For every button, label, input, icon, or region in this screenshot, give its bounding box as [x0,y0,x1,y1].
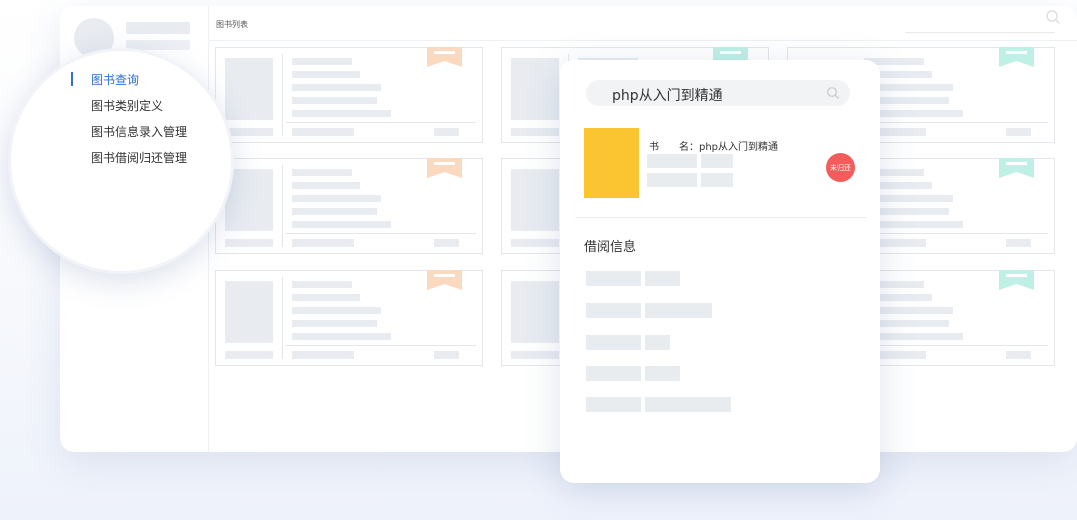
card-divider [282,277,283,359]
book-card[interactable] [215,158,483,254]
text-placeholder [292,281,352,288]
borrow-info-placeholder [645,271,680,286]
bookmark-ribbon-icon [999,47,1034,67]
bookmark-ribbon-icon [999,270,1034,290]
borrow-info-placeholder [586,366,641,381]
text-placeholder [511,351,559,359]
text-placeholder [292,208,377,215]
bookmark-ribbon-icon [427,158,462,178]
info-placeholder [701,154,733,168]
text-placeholder [292,169,352,176]
text-placeholder [434,239,459,247]
card-separator [286,345,476,346]
book-card[interactable] [215,270,483,366]
info-placeholder [647,173,697,187]
book-cover [584,128,639,198]
text-placeholder [292,58,352,65]
search-input[interactable]: php从入门到精通 [586,80,850,106]
book-name-value: php从入门到精通 [699,142,779,153]
text-placeholder [292,333,391,340]
book-card[interactable] [215,47,483,143]
book-detail-popup: php从入门到精通 书 名：php从入门到精通 未归还 借阅信息 [560,60,880,483]
text-placeholder [292,221,391,228]
text-placeholder [225,128,273,136]
borrow-info-placeholder [586,335,641,350]
card-separator [858,233,1048,234]
sidebar-item-book-entry-management[interactable]: 图书信息录入管理 [91,123,187,140]
borrow-info-placeholder [645,335,670,350]
card-divider [282,54,283,136]
text-placeholder [292,351,354,359]
text-placeholder [292,97,377,104]
info-placeholder [701,173,733,187]
card-separator [858,345,1048,346]
book-cover-placeholder [225,281,273,343]
book-cover-placeholder [511,281,559,343]
borrow-info-placeholder [645,397,731,412]
text-placeholder [292,182,360,189]
borrow-info-placeholder [645,366,680,381]
search-icon[interactable] [1045,9,1061,25]
borrow-info-placeholder [586,271,641,286]
page-title: 图书列表 [216,20,248,29]
bookmark-ribbon-icon [427,47,462,67]
text-placeholder [434,351,459,359]
text-placeholder [292,128,354,136]
text-placeholder [434,128,459,136]
username-placeholder [126,22,190,34]
sidebar-item-book-query[interactable]: 图书查询 [91,71,139,88]
book-cover-placeholder [511,58,559,120]
top-search-underline [905,32,1055,33]
text-placeholder [292,320,377,327]
text-placeholder [1006,239,1031,247]
text-placeholder [1006,128,1031,136]
borrow-info-placeholder [586,303,641,318]
text-placeholder [292,195,381,202]
active-nav-indicator [71,72,73,86]
sidebar-magnifier: 图书查询 图书类别定义 图书信息录入管理 图书借阅归还管理 [8,48,234,274]
search-icon[interactable] [826,86,840,100]
sidebar-item-borrow-return-management[interactable]: 图书借阅归还管理 [91,149,187,166]
card-divider [282,165,283,247]
text-placeholder [225,351,273,359]
info-placeholder [647,154,697,168]
text-placeholder [225,239,273,247]
status-badge: 未归还 [826,153,855,182]
text-placeholder [292,307,381,314]
bookmark-ribbon-icon [999,158,1034,178]
top-bar: 图书列表 [208,6,1077,41]
text-placeholder [292,239,354,247]
book-cover-placeholder [511,169,559,231]
text-placeholder [292,71,360,78]
bookmark-ribbon-icon [427,270,462,290]
section-divider [576,217,866,218]
sidebar-item-category-definition[interactable]: 图书类别定义 [91,97,163,114]
card-separator [286,122,476,123]
book-cover-placeholder [225,58,273,120]
book-name-label: 书 名： [649,142,699,153]
text-placeholder [511,128,559,136]
borrow-info-placeholder [645,303,712,318]
card-separator [286,233,476,234]
search-query: php从入门到精通 [612,88,723,104]
card-separator [858,122,1048,123]
text-placeholder [511,239,559,247]
text-placeholder [292,110,391,117]
book-name-row: 书 名：php从入门到精通 [649,138,778,153]
text-placeholder [292,84,381,91]
borrow-section-title: 借阅信息 [584,240,637,255]
text-placeholder [292,294,360,301]
text-placeholder [1006,351,1031,359]
borrow-info-placeholder [586,397,641,412]
